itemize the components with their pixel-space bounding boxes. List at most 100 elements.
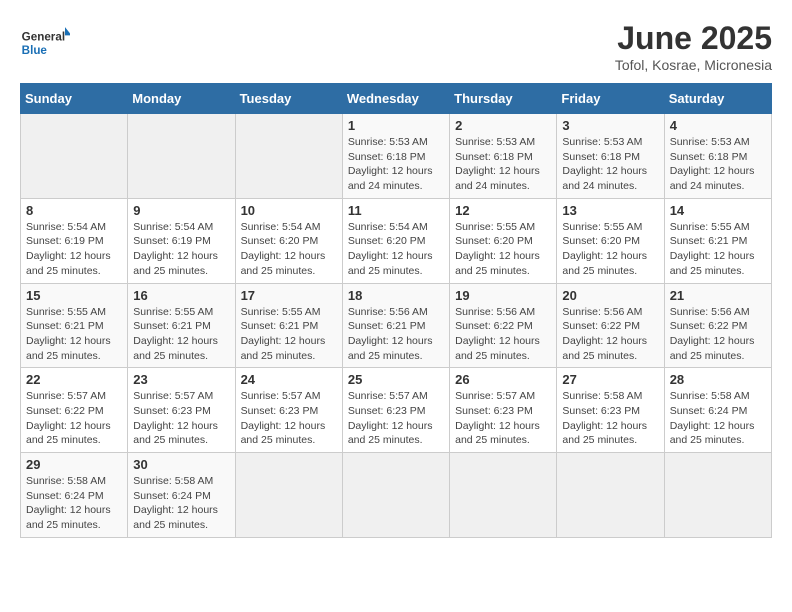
table-row <box>664 453 771 538</box>
week-row-2: 15 Sunrise: 5:55 AMSunset: 6:21 PMDaylig… <box>21 283 772 368</box>
day-number: 20 <box>562 288 658 303</box>
day-number: 11 <box>348 203 444 218</box>
day-number: 23 <box>133 372 229 387</box>
table-row: 4 Sunrise: 5:53 AMSunset: 6:18 PMDayligh… <box>664 114 771 199</box>
header-sunday: Sunday <box>21 84 128 114</box>
day-info: Sunrise: 5:57 AMSunset: 6:23 PMDaylight:… <box>348 390 433 446</box>
table-row <box>128 114 235 199</box>
day-info: Sunrise: 5:56 AMSunset: 6:22 PMDaylight:… <box>455 306 540 362</box>
logo: General Blue <box>20 20 70 65</box>
day-info: Sunrise: 5:54 AMSunset: 6:20 PMDaylight:… <box>348 221 433 277</box>
table-row: 15 Sunrise: 5:55 AMSunset: 6:21 PMDaylig… <box>21 283 128 368</box>
day-number: 16 <box>133 288 229 303</box>
day-number: 13 <box>562 203 658 218</box>
table-row: 2 Sunrise: 5:53 AMSunset: 6:18 PMDayligh… <box>450 114 557 199</box>
day-number: 10 <box>241 203 337 218</box>
day-number: 29 <box>26 457 122 472</box>
table-row: 12 Sunrise: 5:55 AMSunset: 6:20 PMDaylig… <box>450 198 557 283</box>
table-row: 25 Sunrise: 5:57 AMSunset: 6:23 PMDaylig… <box>342 368 449 453</box>
header-friday: Friday <box>557 84 664 114</box>
table-row <box>557 453 664 538</box>
day-info: Sunrise: 5:57 AMSunset: 6:23 PMDaylight:… <box>241 390 326 446</box>
day-info: Sunrise: 5:58 AMSunset: 6:24 PMDaylight:… <box>26 475 111 531</box>
week-row-3: 22 Sunrise: 5:57 AMSunset: 6:22 PMDaylig… <box>21 368 772 453</box>
day-info: Sunrise: 5:56 AMSunset: 6:22 PMDaylight:… <box>562 306 647 362</box>
day-number: 12 <box>455 203 551 218</box>
week-row-0: 1 Sunrise: 5:53 AMSunset: 6:18 PMDayligh… <box>21 114 772 199</box>
header-wednesday: Wednesday <box>342 84 449 114</box>
day-info: Sunrise: 5:55 AMSunset: 6:21 PMDaylight:… <box>241 306 326 362</box>
day-number: 8 <box>26 203 122 218</box>
day-info: Sunrise: 5:54 AMSunset: 6:19 PMDaylight:… <box>133 221 218 277</box>
day-info: Sunrise: 5:54 AMSunset: 6:19 PMDaylight:… <box>26 221 111 277</box>
day-info: Sunrise: 5:53 AMSunset: 6:18 PMDaylight:… <box>670 136 755 192</box>
day-info: Sunrise: 5:57 AMSunset: 6:23 PMDaylight:… <box>133 390 218 446</box>
table-row: 16 Sunrise: 5:55 AMSunset: 6:21 PMDaylig… <box>128 283 235 368</box>
table-row: 21 Sunrise: 5:56 AMSunset: 6:22 PMDaylig… <box>664 283 771 368</box>
table-row: 18 Sunrise: 5:56 AMSunset: 6:21 PMDaylig… <box>342 283 449 368</box>
table-row: 27 Sunrise: 5:58 AMSunset: 6:23 PMDaylig… <box>557 368 664 453</box>
table-row <box>21 114 128 199</box>
table-row <box>450 453 557 538</box>
day-info: Sunrise: 5:56 AMSunset: 6:22 PMDaylight:… <box>670 306 755 362</box>
table-row: 29 Sunrise: 5:58 AMSunset: 6:24 PMDaylig… <box>21 453 128 538</box>
week-row-1: 8 Sunrise: 5:54 AMSunset: 6:19 PMDayligh… <box>21 198 772 283</box>
day-info: Sunrise: 5:53 AMSunset: 6:18 PMDaylight:… <box>455 136 540 192</box>
svg-text:General: General <box>22 30 65 43</box>
week-row-4: 29 Sunrise: 5:58 AMSunset: 6:24 PMDaylig… <box>21 453 772 538</box>
day-number: 27 <box>562 372 658 387</box>
day-number: 22 <box>26 372 122 387</box>
table-row: 22 Sunrise: 5:57 AMSunset: 6:22 PMDaylig… <box>21 368 128 453</box>
day-number: 4 <box>670 118 766 133</box>
table-row: 17 Sunrise: 5:55 AMSunset: 6:21 PMDaylig… <box>235 283 342 368</box>
calendar-header-row: Sunday Monday Tuesday Wednesday Thursday… <box>21 84 772 114</box>
calendar-table: Sunday Monday Tuesday Wednesday Thursday… <box>20 83 772 538</box>
table-row: 1 Sunrise: 5:53 AMSunset: 6:18 PMDayligh… <box>342 114 449 199</box>
header-monday: Monday <box>128 84 235 114</box>
day-number: 21 <box>670 288 766 303</box>
day-info: Sunrise: 5:53 AMSunset: 6:18 PMDaylight:… <box>562 136 647 192</box>
table-row: 3 Sunrise: 5:53 AMSunset: 6:18 PMDayligh… <box>557 114 664 199</box>
day-number: 19 <box>455 288 551 303</box>
day-number: 17 <box>241 288 337 303</box>
day-number: 30 <box>133 457 229 472</box>
table-row <box>235 453 342 538</box>
table-row: 13 Sunrise: 5:55 AMSunset: 6:20 PMDaylig… <box>557 198 664 283</box>
table-row: 9 Sunrise: 5:54 AMSunset: 6:19 PMDayligh… <box>128 198 235 283</box>
header-saturday: Saturday <box>664 84 771 114</box>
day-info: Sunrise: 5:55 AMSunset: 6:20 PMDaylight:… <box>455 221 540 277</box>
table-row: 26 Sunrise: 5:57 AMSunset: 6:23 PMDaylig… <box>450 368 557 453</box>
calendar-subtitle: Tofol, Kosrae, Micronesia <box>615 57 772 73</box>
table-row: 10 Sunrise: 5:54 AMSunset: 6:20 PMDaylig… <box>235 198 342 283</box>
header-tuesday: Tuesday <box>235 84 342 114</box>
logo-svg: General Blue <box>20 20 70 65</box>
day-info: Sunrise: 5:55 AMSunset: 6:21 PMDaylight:… <box>670 221 755 277</box>
day-info: Sunrise: 5:53 AMSunset: 6:18 PMDaylight:… <box>348 136 433 192</box>
svg-text:Blue: Blue <box>22 44 48 57</box>
day-number: 14 <box>670 203 766 218</box>
table-row: 24 Sunrise: 5:57 AMSunset: 6:23 PMDaylig… <box>235 368 342 453</box>
day-info: Sunrise: 5:58 AMSunset: 6:23 PMDaylight:… <box>562 390 647 446</box>
day-number: 1 <box>348 118 444 133</box>
table-row: 8 Sunrise: 5:54 AMSunset: 6:19 PMDayligh… <box>21 198 128 283</box>
day-number: 3 <box>562 118 658 133</box>
table-row: 30 Sunrise: 5:58 AMSunset: 6:24 PMDaylig… <box>128 453 235 538</box>
day-info: Sunrise: 5:55 AMSunset: 6:20 PMDaylight:… <box>562 221 647 277</box>
day-number: 15 <box>26 288 122 303</box>
table-row: 11 Sunrise: 5:54 AMSunset: 6:20 PMDaylig… <box>342 198 449 283</box>
table-row: 28 Sunrise: 5:58 AMSunset: 6:24 PMDaylig… <box>664 368 771 453</box>
day-info: Sunrise: 5:57 AMSunset: 6:22 PMDaylight:… <box>26 390 111 446</box>
day-number: 25 <box>348 372 444 387</box>
title-block: June 2025 Tofol, Kosrae, Micronesia <box>615 20 772 73</box>
day-number: 26 <box>455 372 551 387</box>
day-info: Sunrise: 5:55 AMSunset: 6:21 PMDaylight:… <box>133 306 218 362</box>
table-row: 19 Sunrise: 5:56 AMSunset: 6:22 PMDaylig… <box>450 283 557 368</box>
day-info: Sunrise: 5:56 AMSunset: 6:21 PMDaylight:… <box>348 306 433 362</box>
day-info: Sunrise: 5:54 AMSunset: 6:20 PMDaylight:… <box>241 221 326 277</box>
page-header: General Blue June 2025 Tofol, Kosrae, Mi… <box>20 20 772 73</box>
day-info: Sunrise: 5:58 AMSunset: 6:24 PMDaylight:… <box>670 390 755 446</box>
day-number: 9 <box>133 203 229 218</box>
header-thursday: Thursday <box>450 84 557 114</box>
day-info: Sunrise: 5:57 AMSunset: 6:23 PMDaylight:… <box>455 390 540 446</box>
day-number: 24 <box>241 372 337 387</box>
